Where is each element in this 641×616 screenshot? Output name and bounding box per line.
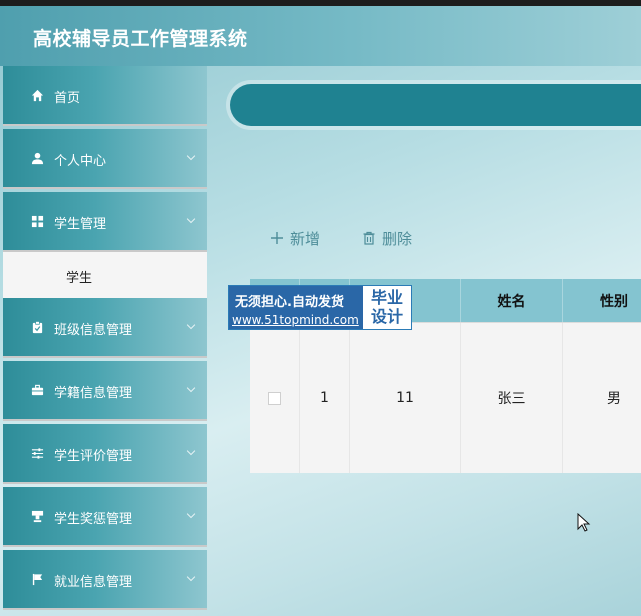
mouse-cursor-icon bbox=[577, 512, 591, 537]
header-name-cell: 姓名 bbox=[461, 279, 563, 322]
row-index-cell: 1 bbox=[300, 323, 350, 473]
watermark-right-bottom: 设计 bbox=[370, 307, 403, 326]
stamp-icon bbox=[30, 509, 44, 523]
user-icon bbox=[30, 151, 44, 165]
row-checkbox[interactable] bbox=[268, 391, 281, 405]
sidebar-item-label: 学籍信息管理 bbox=[54, 386, 133, 401]
chevron-down-icon bbox=[186, 214, 196, 224]
briefcase-icon bbox=[30, 383, 44, 397]
grid-icon bbox=[30, 214, 44, 228]
app-header: 高校辅导员工作管理系统 bbox=[0, 6, 641, 66]
add-button[interactable]: 新增 bbox=[270, 226, 320, 250]
watermark-badge[interactable]: 无须担心.自动发货 www.51topmind.com 毕业 设计 bbox=[228, 285, 412, 330]
sidebar-item-enrollment-info[interactable]: 学籍信息管理 bbox=[3, 361, 207, 421]
chevron-down-icon bbox=[186, 320, 196, 330]
row-name-cell: 张三 bbox=[461, 323, 563, 473]
sidebar-subitem-label: 学生 bbox=[66, 271, 93, 286]
table-row[interactable]: 1 11 张三 男 bbox=[250, 323, 641, 473]
sidebar-item-label: 首页 bbox=[54, 91, 81, 106]
watermark-left: 无须担心.自动发货 www.51topmind.com bbox=[229, 286, 363, 329]
delete-button-label: 删除 bbox=[382, 229, 413, 248]
clipboard-icon bbox=[30, 320, 44, 334]
sidebar-item-label: 个人中心 bbox=[54, 154, 107, 169]
flag-icon bbox=[30, 572, 44, 586]
plus-icon bbox=[270, 231, 284, 245]
sidebar-item-personal-center[interactable]: 个人中心 bbox=[3, 129, 207, 189]
chevron-down-icon bbox=[186, 509, 196, 519]
chevron-down-icon bbox=[186, 572, 196, 582]
sidebar: 首页 个人中心 学生管理 学生 班级信息管理 学籍信息管理 学生评价管理 学生奖… bbox=[0, 66, 210, 616]
sidebar-item-student-management[interactable]: 学生管理 bbox=[3, 192, 207, 252]
sidebar-item-label: 学生奖惩管理 bbox=[54, 512, 133, 527]
sidebar-item-label: 学生管理 bbox=[54, 217, 107, 232]
chevron-down-icon bbox=[186, 151, 196, 161]
search-bar[interactable] bbox=[230, 84, 641, 126]
chevron-down-icon bbox=[186, 446, 196, 456]
sidebar-item-student-evaluation[interactable]: 学生评价管理 bbox=[3, 424, 207, 484]
watermark-link[interactable]: www.51topmind.com bbox=[232, 313, 359, 327]
sidebar-item-class-info[interactable]: 班级信息管理 bbox=[3, 298, 207, 358]
row-checkbox-cell bbox=[250, 323, 300, 473]
sidebar-item-home[interactable]: 首页 bbox=[3, 66, 207, 126]
sidebar-item-label: 学生评价管理 bbox=[54, 449, 133, 464]
delete-button[interactable]: 删除 bbox=[362, 226, 412, 250]
watermark-right-top: 毕业 bbox=[370, 288, 403, 307]
watermark-right: 毕业 设计 bbox=[363, 286, 411, 329]
watermark-line1: 无须担心.自动发货 bbox=[235, 295, 344, 310]
sidebar-item-rewards-penalties[interactable]: 学生奖惩管理 bbox=[3, 487, 207, 547]
home-icon bbox=[30, 88, 44, 102]
sidebar-item-employment-info[interactable]: 就业信息管理 bbox=[3, 550, 207, 610]
sliders-icon bbox=[30, 446, 44, 460]
trash-icon bbox=[362, 231, 376, 245]
row-gender-cell: 男 bbox=[607, 391, 621, 407]
row-id-cell: 11 bbox=[350, 323, 461, 473]
header-gender-cell: 性别 bbox=[600, 293, 628, 310]
app-title: 高校辅导员工作管理系统 bbox=[33, 28, 248, 50]
sidebar-item-label: 就业信息管理 bbox=[54, 575, 133, 590]
sidebar-item-label: 班级信息管理 bbox=[54, 323, 133, 338]
add-button-label: 新增 bbox=[290, 229, 321, 248]
chevron-down-icon bbox=[186, 383, 196, 393]
sidebar-subitem-student[interactable]: 学生 bbox=[3, 252, 207, 298]
